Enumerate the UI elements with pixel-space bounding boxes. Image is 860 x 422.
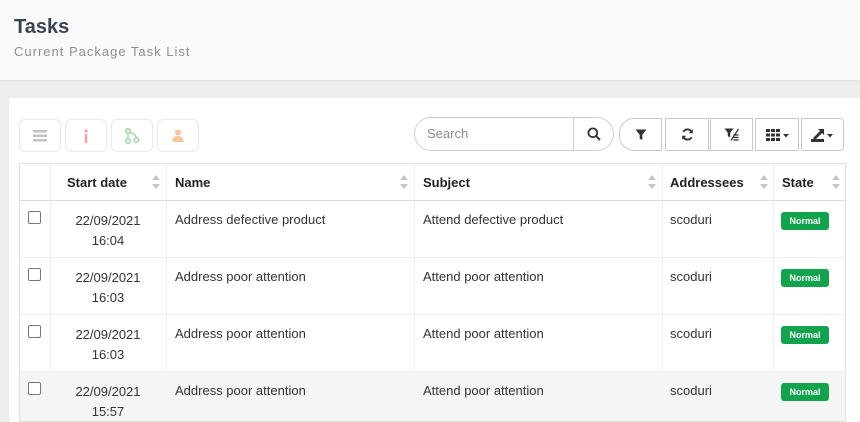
addressees-cell: scoduri bbox=[670, 383, 712, 398]
columns-button[interactable] bbox=[755, 118, 799, 151]
row-checkbox[interactable] bbox=[28, 211, 41, 224]
state-badge: Normal bbox=[781, 383, 829, 401]
sort-icon[interactable] bbox=[832, 175, 840, 189]
start-date: 22/09/2021 bbox=[75, 213, 141, 228]
start-date-cell: 22/09/2021 15:57 bbox=[50, 382, 166, 421]
name-cell: Address poor attention bbox=[175, 326, 306, 341]
tasks-panel: Start date Name Subject Addressees State… bbox=[9, 98, 860, 422]
info-button[interactable] bbox=[65, 119, 107, 152]
export-icon bbox=[811, 128, 833, 142]
column-header-addressees[interactable]: Addressees bbox=[670, 175, 744, 190]
graph-icon bbox=[124, 127, 140, 144]
search-button[interactable] bbox=[573, 118, 614, 150]
row-checkbox[interactable] bbox=[28, 325, 41, 338]
start-time: 16:03 bbox=[91, 290, 125, 305]
search-icon bbox=[587, 127, 601, 141]
name-cell: Address poor attention bbox=[175, 269, 306, 284]
start-date: 22/09/2021 bbox=[75, 327, 141, 342]
refresh-icon bbox=[681, 128, 693, 141]
filter-icon bbox=[635, 129, 646, 140]
user-icon bbox=[172, 129, 184, 142]
clear-filter-button[interactable] bbox=[710, 118, 753, 151]
subject-cell: Attend poor attention bbox=[423, 326, 544, 341]
addressees-cell: scoduri bbox=[670, 269, 712, 284]
refresh-button[interactable] bbox=[665, 118, 709, 151]
start-time: 16:03 bbox=[91, 347, 125, 362]
start-date-cell: 22/09/2021 16:03 bbox=[50, 268, 166, 308]
column-header-start-date[interactable]: Start date bbox=[67, 175, 127, 190]
start-date-cell: 22/09/2021 16:04 bbox=[50, 211, 166, 251]
table-header: Start date Name Subject Addressees State bbox=[20, 164, 845, 201]
name-cell: Address poor attention bbox=[175, 383, 306, 398]
state-badge: Normal bbox=[781, 212, 829, 230]
table-row[interactable]: 22/09/2021 16:03 Address poor attention … bbox=[20, 315, 845, 372]
sort-icon[interactable] bbox=[760, 175, 768, 189]
table-row[interactable]: 22/09/2021 16:04 Address defective produ… bbox=[20, 201, 845, 258]
start-date: 22/09/2021 bbox=[75, 384, 141, 399]
start-date-cell: 22/09/2021 16:03 bbox=[50, 325, 166, 365]
column-header-subject[interactable]: Subject bbox=[423, 175, 470, 190]
list-view-button[interactable] bbox=[19, 119, 61, 152]
subject-cell: Attend defective product bbox=[423, 212, 564, 227]
column-header-state[interactable]: State bbox=[782, 175, 814, 190]
user-button[interactable] bbox=[157, 119, 199, 152]
table-row[interactable]: 22/09/2021 15:57 Address poor attention … bbox=[20, 372, 845, 421]
table-row[interactable]: 22/09/2021 16:03 Address poor attention … bbox=[20, 258, 845, 315]
subject-cell: Attend poor attention bbox=[423, 269, 544, 284]
page-title: Tasks bbox=[14, 16, 70, 38]
row-checkbox[interactable] bbox=[28, 268, 41, 281]
addressees-cell: scoduri bbox=[670, 212, 712, 227]
filter-button[interactable] bbox=[619, 118, 662, 151]
info-icon bbox=[84, 128, 88, 143]
chevron-down-icon bbox=[782, 133, 789, 137]
columns-icon bbox=[765, 128, 789, 141]
column-header-name[interactable]: Name bbox=[175, 175, 210, 190]
start-time: 16:04 bbox=[91, 233, 125, 248]
start-time: 15:57 bbox=[91, 404, 125, 419]
export-button[interactable] bbox=[801, 118, 844, 151]
list-icon bbox=[33, 129, 47, 141]
search-box bbox=[414, 117, 614, 151]
search-input[interactable] bbox=[427, 126, 567, 141]
state-badge: Normal bbox=[781, 326, 829, 344]
sort-icon[interactable] bbox=[152, 175, 160, 189]
page-header: Tasks Current Package Task List bbox=[0, 0, 860, 81]
state-badge: Normal bbox=[781, 269, 829, 287]
workflow-button[interactable] bbox=[111, 119, 153, 152]
subject-cell: Attend poor attention bbox=[423, 383, 544, 398]
addressees-cell: scoduri bbox=[670, 326, 712, 341]
tasks-table: Start date Name Subject Addressees State… bbox=[19, 163, 846, 422]
sort-icon[interactable] bbox=[648, 175, 656, 189]
start-date: 22/09/2021 bbox=[75, 270, 141, 285]
sort-icon[interactable] bbox=[400, 175, 408, 189]
page-subtitle: Current Package Task List bbox=[14, 44, 191, 59]
name-cell: Address defective product bbox=[175, 212, 326, 227]
row-checkbox[interactable] bbox=[28, 382, 41, 395]
clear-filter-icon bbox=[724, 128, 739, 141]
